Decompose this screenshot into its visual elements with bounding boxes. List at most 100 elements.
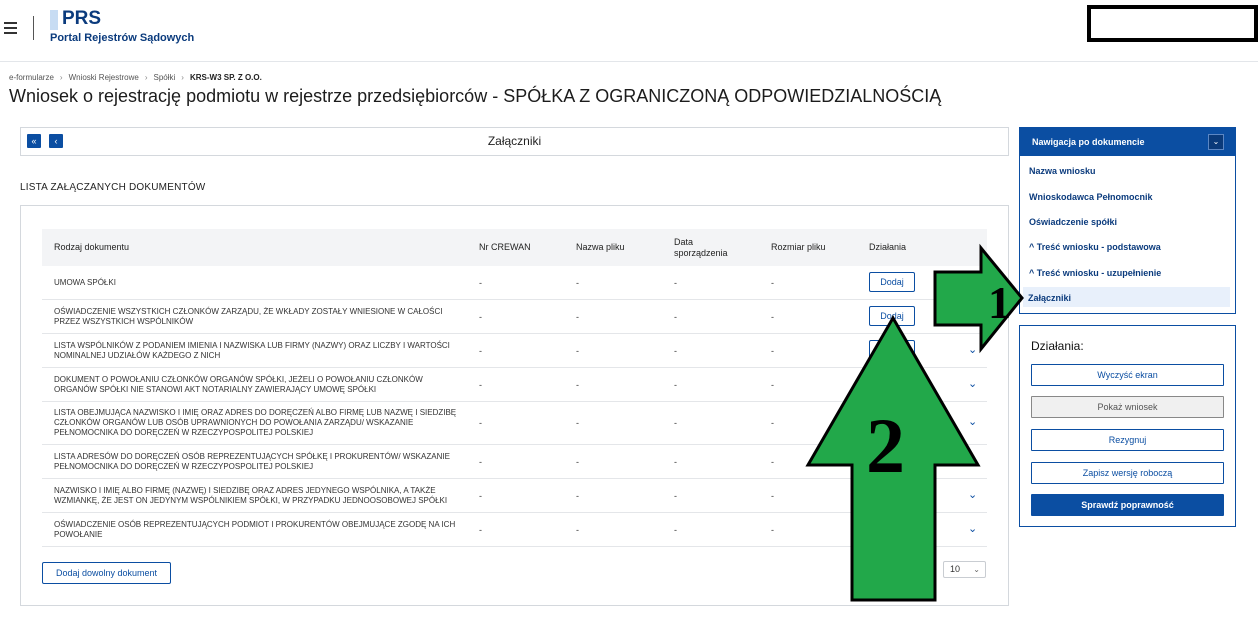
- nav-item-wnioskodawca[interactable]: Wnioskodawca Pełnomocnik: [1029, 192, 1153, 202]
- date-value: -: [674, 380, 677, 390]
- validate-button[interactable]: Sprawdź poprawność: [1031, 494, 1224, 516]
- table-row: LISTA OBEJMUJĄCA NAZWISKO I IMIĘ ORAZ AD…: [42, 402, 987, 445]
- doc-type: LISTA WSPÓLNIKÓW Z PODANIEM IMIENIA I NA…: [54, 341, 450, 360]
- add-button[interactable]: Dodaj: [869, 340, 915, 360]
- document-navigation-panel: Nawigacja po dokumencie ⌄ Nazwa wniosku …: [1019, 127, 1236, 314]
- breadcrumb: e-formularze › Wnioski Rejestrowe › Spół…: [9, 73, 262, 82]
- nav-item-zalaczniki[interactable]: Załączniki: [1028, 293, 1071, 303]
- breadcrumb-separator: ›: [181, 73, 184, 82]
- add-any-document-button[interactable]: Dodaj dowolny dokument: [42, 562, 171, 584]
- top-bar: PRS Portal Rejestrów Sądowych: [0, 0, 1258, 62]
- file-name-value: -: [576, 312, 579, 322]
- nav-item-label: Treść wniosku - podstawowa: [1036, 242, 1161, 252]
- crewan-value: -: [479, 491, 482, 501]
- crewan-value: -: [479, 380, 482, 390]
- date-value: -: [674, 418, 677, 428]
- clear-screen-button[interactable]: Wyczyść ekran: [1031, 364, 1224, 386]
- size-value: -: [771, 418, 774, 428]
- section-bar: « ‹ Załączniki: [20, 127, 1009, 156]
- table-row: UMOWA SPÓŁKI - - - - Dodaj: [42, 266, 987, 300]
- collapse-toggle-icon[interactable]: ⌄: [1208, 134, 1224, 150]
- file-name-value: -: [576, 491, 579, 501]
- logo-title[interactable]: PRS: [62, 8, 101, 30]
- date-value: -: [674, 525, 677, 535]
- expand-chevron-icon[interactable]: ⌄: [968, 415, 977, 428]
- header-file-name: Nazwa pliku: [576, 242, 625, 252]
- table-row: LISTA WSPÓLNIKÓW Z PODANIEM IMIENIA I NA…: [42, 334, 987, 368]
- save-draft-button[interactable]: Zapisz wersję roboczą: [1031, 462, 1224, 484]
- header-actions: Działania: [869, 242, 907, 252]
- expand-chevron-icon[interactable]: ⌄: [968, 488, 977, 501]
- file-name-value: -: [576, 278, 579, 288]
- crewan-value: -: [479, 346, 482, 356]
- chevron-down-icon: ⌄: [973, 565, 980, 574]
- date-value: -: [674, 491, 677, 501]
- actions-panel: Działania: Wyczyść ekran Pokaż wniosek R…: [1019, 325, 1236, 527]
- expand-chevron-icon[interactable]: ⌄: [968, 522, 977, 535]
- breadcrumb-separator: ›: [59, 73, 63, 82]
- header-doc-type: Rodzaj dokumentu: [54, 242, 130, 252]
- size-value: -: [771, 525, 774, 535]
- file-name-value: -: [576, 525, 579, 535]
- table-row: OŚWIADCZENIE WSZYSTKICH CZŁONKÓW ZARZĄDU…: [42, 300, 987, 334]
- date-value: -: [674, 457, 677, 467]
- header-size: Rozmiar pliku: [771, 242, 826, 252]
- doc-type: OŚWIADCZENIE OSÓB REPREZENTUJĄCYCH PODMI…: [54, 520, 456, 539]
- header-divider: [33, 16, 34, 40]
- page-size-select[interactable]: 10 ⌄: [943, 561, 986, 578]
- attachments-card: Rodzaj dokumentu Nr CREWAN Nazwa pliku D…: [20, 205, 1009, 606]
- nav-panel-title: Nawigacja po dokumencie: [1032, 137, 1145, 147]
- resign-button[interactable]: Rezygnuj: [1031, 429, 1224, 451]
- crewan-value: -: [479, 457, 482, 467]
- table-row: LISTA ADRESÓW DO DORĘCZEŃ OSÓB REPREZENT…: [42, 445, 987, 479]
- logo-subtitle[interactable]: Portal Rejestrów Sądowych: [50, 32, 194, 44]
- crewan-value: -: [479, 312, 482, 322]
- table-row: OŚWIADCZENIE OSÓB REPREZENTUJĄCYCH PODMI…: [42, 513, 987, 547]
- size-value: -: [771, 346, 774, 356]
- nav-item-tresc-uzupelnienie[interactable]: ^ Treść wniosku - uzupełnienie: [1029, 268, 1161, 278]
- doc-type: UMOWA SPÓŁKI: [54, 278, 116, 287]
- breadcrumb-item[interactable]: e-formularze: [9, 73, 54, 82]
- show-application-button[interactable]: Pokaż wniosek: [1031, 396, 1224, 418]
- logo-mark: [50, 10, 58, 30]
- breadcrumb-item[interactable]: Wnioski Rejestrowe: [69, 73, 139, 82]
- page-title: Wniosek o rejestrację podmiotu w rejestr…: [9, 86, 942, 106]
- expand-chevron-icon[interactable]: ⌄: [968, 343, 977, 356]
- expand-chevron-icon[interactable]: ⌄: [968, 377, 977, 390]
- file-name-value: -: [576, 418, 579, 428]
- redacted-box: [1087, 5, 1258, 42]
- nav-item-tresc-podstawowa[interactable]: ^ Treść wniosku - podstawowa: [1029, 242, 1161, 252]
- crewan-value: -: [479, 525, 482, 535]
- file-name-value: -: [576, 380, 579, 390]
- size-value: -: [771, 457, 774, 467]
- file-name-value: -: [576, 346, 579, 356]
- nav-item-nazwa-wniosku[interactable]: Nazwa wniosku: [1029, 166, 1096, 176]
- add-button[interactable]: Dodaj: [869, 272, 915, 292]
- date-value: -: [674, 312, 677, 322]
- expand-caret-icon: ^: [1029, 242, 1035, 252]
- nav-item-oswiadczenie[interactable]: Oświadczenie spółki: [1029, 217, 1117, 227]
- doc-type: OŚWIADCZENIE WSZYSTKICH CZŁONKÓW ZARZĄDU…: [54, 307, 443, 326]
- expand-caret-icon: ^: [1029, 268, 1035, 278]
- menu-icon[interactable]: [4, 22, 17, 34]
- crewan-value: -: [479, 418, 482, 428]
- actions-title: Działania:: [1031, 339, 1084, 353]
- list-heading: LISTA ZAŁĄCZANYCH DOKUMENTÓW: [20, 182, 206, 193]
- breadcrumb-item[interactable]: Spółki: [154, 73, 176, 82]
- doc-type: LISTA OBEJMUJĄCA NAZWISKO I IMIĘ ORAZ AD…: [54, 408, 457, 437]
- doc-type: NAZWISKO I IMIĘ ALBO FIRMĘ (NAZWĘ) I SIE…: [54, 486, 448, 505]
- crewan-value: -: [479, 278, 482, 288]
- size-value: -: [771, 380, 774, 390]
- date-value: -: [674, 346, 677, 356]
- doc-type: LISTA ADRESÓW DO DORĘCZEŃ OSÓB REPREZENT…: [54, 452, 450, 471]
- size-value: -: [771, 312, 774, 322]
- nav-panel-header: Nawigacja po dokumencie ⌄: [1020, 128, 1235, 156]
- header-crewan: Nr CREWAN: [479, 242, 531, 252]
- table-header: Rodzaj dokumentu Nr CREWAN Nazwa pliku D…: [42, 229, 987, 266]
- doc-type: DOKUMENT O POWOŁANIU CZŁONKÓW ORGANÓW SP…: [54, 375, 423, 394]
- table-row: NAZWISKO I IMIĘ ALBO FIRMĘ (NAZWĘ) I SIE…: [42, 479, 987, 513]
- file-name-value: -: [576, 457, 579, 467]
- date-value: -: [674, 278, 677, 288]
- add-button[interactable]: Dodaj: [869, 306, 915, 326]
- size-value: -: [771, 278, 774, 288]
